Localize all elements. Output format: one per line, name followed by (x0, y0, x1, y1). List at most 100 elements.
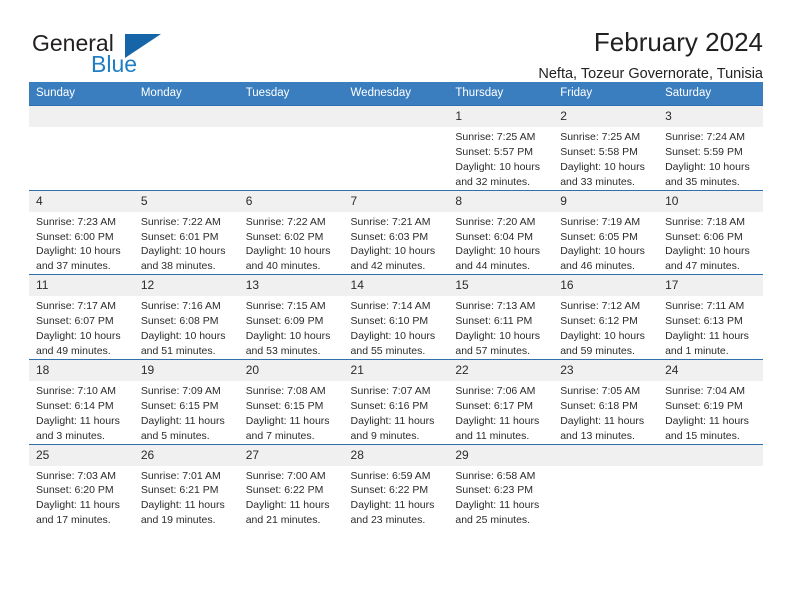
day-info-line: and 21 minutes. (245, 514, 321, 527)
calendar-day-cell[interactable]: 25 Sunrise: 7:03 AM Sunset: 6:20 PM Dayligh… (29, 443, 134, 529)
calendar-day-cell[interactable]: 20 Sunrise: 7:08 AM Sunset: 6:15 PM Dayligh… (238, 358, 344, 444)
day-box: 25 Sunrise: 7:03 AM Sunset: 6:20 PM Dayligh… (29, 444, 134, 529)
day-info-line: Sunset: 6:22 PM (245, 484, 324, 497)
calendar-day-cell[interactable]: 9 Sunrise: 7:19 AM Sunset: 6:05 PM Daylight… (553, 189, 659, 275)
day-info-line: and 35 minutes. (665, 175, 740, 188)
day-sun-info: Sunrise: 7:21 AM Sunset: 6:03 PM Daylight:… (344, 212, 449, 275)
day-info-line: Sunrise: 7:21 AM (350, 215, 431, 228)
day-sun-info: Sunrise: 7:22 AM Sunset: 6:02 PM Daylight:… (239, 212, 344, 275)
day-info-line: Sunrise: 7:16 AM (140, 300, 221, 313)
day-info-line: and 38 minutes. (140, 260, 216, 273)
day-info-line: Sunrise: 7:01 AM (140, 469, 221, 482)
calendar-day-cell[interactable]: 15 Sunrise: 7:13 AM Sunset: 6:11 PM Dayligh… (448, 274, 554, 360)
day-box: 10 Sunrise: 7:18 AM Sunset: 6:06 PM Dayligh… (658, 190, 763, 275)
weekday-header-wednesday: Wednesday (343, 82, 449, 106)
day-info-line: Sunrise: 6:59 AM (350, 469, 431, 482)
day-info-line: Daylight: 10 hours (560, 160, 645, 173)
day-number (29, 106, 134, 127)
day-info-line: Sunset: 6:05 PM (560, 230, 638, 243)
calendar-day-cell[interactable]: 19 Sunrise: 7:09 AM Sunset: 6:15 PM Dayligh… (133, 358, 239, 444)
day-sun-info: Sunrise: 7:25 AM Sunset: 5:58 PM Daylight:… (553, 127, 658, 190)
day-sun-info: Sunrise: 7:04 AM Sunset: 6:19 PM Daylight:… (658, 381, 763, 444)
calendar-day-cell[interactable]: 26 Sunrise: 7:01 AM Sunset: 6:21 PM Dayligh… (133, 443, 239, 529)
day-info-line: Daylight: 10 hours (140, 245, 226, 258)
calendar-body: 1 Sunrise: 7:25 AM Sunset: 5:57 PM Daylight… (29, 105, 763, 529)
day-info-line: Sunset: 6:12 PM (560, 315, 638, 328)
day-number: 12 (133, 275, 239, 297)
day-info-line: and 51 minutes. (140, 344, 216, 357)
day-number: 5 (133, 190, 239, 212)
calendar-day-cell[interactable]: 6 Sunrise: 7:22 AM Sunset: 6:02 PM Daylight… (238, 189, 344, 275)
day-info-line: Daylight: 10 hours (36, 330, 121, 343)
day-number: 6 (238, 190, 344, 212)
calendar-day-cell[interactable]: 17 Sunrise: 7:11 AM Sunset: 6:13 PM Dayligh… (658, 274, 763, 360)
weekday-header-sunday: Sunday (29, 82, 134, 106)
day-info-line: Daylight: 10 hours (455, 245, 541, 258)
day-box (553, 444, 659, 529)
day-box: 22 Sunrise: 7:06 AM Sunset: 6:17 PM Dayligh… (448, 359, 554, 444)
day-info-line: and 7 minutes. (245, 429, 315, 442)
day-info-line: Daylight: 10 hours (245, 330, 331, 343)
day-number: 9 (553, 190, 659, 212)
calendar-day-cell[interactable]: 18 Sunrise: 7:10 AM Sunset: 6:14 PM Dayligh… (29, 358, 134, 444)
calendar-day-cell[interactable]: 14 Sunrise: 7:14 AM Sunset: 6:10 PM Dayligh… (343, 274, 449, 360)
day-number (658, 444, 763, 466)
day-info-line: and 9 minutes. (350, 429, 420, 442)
day-sun-info: Sunrise: 7:22 AM Sunset: 6:01 PM Daylight:… (134, 212, 239, 275)
day-info-line: Sunrise: 7:11 AM (665, 300, 745, 313)
day-info-line: and 42 minutes. (350, 260, 426, 273)
calendar-day-cell[interactable]: 11 Sunrise: 7:17 AM Sunset: 6:07 PM Dayligh… (29, 274, 134, 360)
day-info-line: Sunset: 6:23 PM (455, 484, 534, 497)
day-info-line: Daylight: 10 hours (36, 245, 121, 258)
calendar-day-cell[interactable]: 24 Sunrise: 7:04 AM Sunset: 6:19 PM Dayligh… (658, 358, 763, 444)
day-info-line: and 11 minutes. (455, 429, 530, 442)
day-box: 11 Sunrise: 7:17 AM Sunset: 6:07 PM Dayligh… (29, 275, 134, 359)
calendar-day-cell[interactable]: 5 Sunrise: 7:22 AM Sunset: 6:01 PM Daylight… (133, 189, 239, 275)
calendar-day-cell[interactable]: 4 Sunrise: 7:23 AM Sunset: 6:00 PM Daylight… (29, 189, 134, 275)
day-box (133, 106, 239, 190)
day-box: 27 Sunrise: 7:00 AM Sunset: 6:22 PM Dayligh… (238, 444, 344, 529)
day-info-line: Sunset: 5:58 PM (560, 145, 638, 158)
calendar-day-cell[interactable]: 22 Sunrise: 7:06 AM Sunset: 6:17 PM Dayligh… (448, 358, 554, 444)
calendar-week-row: 4 Sunrise: 7:23 AM Sunset: 6:00 PM Daylight… (29, 189, 763, 275)
calendar-day-cell[interactable]: 7 Sunrise: 7:21 AM Sunset: 6:03 PM Daylight… (343, 189, 449, 275)
calendar-day-cell[interactable]: 2 Sunrise: 7:25 AM Sunset: 5:58 PM Daylight… (553, 105, 659, 191)
day-info-line: Daylight: 11 hours (560, 414, 645, 427)
calendar-day-cell[interactable]: 1 Sunrise: 7:25 AM Sunset: 5:57 PM Daylight… (448, 105, 554, 191)
day-box: 16 Sunrise: 7:12 AM Sunset: 6:12 PM Dayligh… (553, 275, 659, 359)
day-number: 11 (29, 275, 134, 297)
calendar-day-cell[interactable]: 10 Sunrise: 7:18 AM Sunset: 6:06 PM Dayligh… (658, 189, 763, 275)
calendar-empty-cell (658, 443, 763, 529)
day-info-line: Daylight: 10 hours (455, 160, 541, 173)
calendar-day-cell[interactable]: 12 Sunrise: 7:16 AM Sunset: 6:08 PM Dayligh… (133, 274, 239, 360)
calendar-day-cell[interactable]: 28 Sunrise: 6:59 AM Sunset: 6:22 PM Dayligh… (343, 443, 449, 529)
calendar-day-cell[interactable]: 23 Sunrise: 7:05 AM Sunset: 6:18 PM Dayligh… (553, 358, 659, 444)
calendar-day-cell[interactable]: 29 Sunrise: 6:58 AM Sunset: 6:23 PM Dayligh… (448, 443, 554, 529)
day-info-line: Sunset: 6:10 PM (350, 315, 429, 328)
day-sun-info: Sunrise: 6:58 AM Sunset: 6:23 PM Daylight:… (448, 466, 553, 529)
calendar-day-cell[interactable]: 8 Sunrise: 7:20 AM Sunset: 6:04 PM Daylight… (448, 189, 554, 275)
day-info-line: Daylight: 11 hours (245, 414, 330, 427)
day-sun-info: Sunrise: 7:17 AM Sunset: 6:07 PM Daylight:… (29, 296, 134, 359)
day-info-line: Sunset: 6:14 PM (36, 399, 114, 412)
day-box (658, 444, 763, 529)
day-box: 18 Sunrise: 7:10 AM Sunset: 6:14 PM Dayligh… (29, 359, 134, 444)
day-box: 14 Sunrise: 7:14 AM Sunset: 6:10 PM Dayligh… (343, 275, 449, 359)
day-info-line: Sunset: 6:07 PM (36, 315, 114, 328)
day-info-line: Daylight: 11 hours (455, 499, 540, 512)
calendar-week-row: 11 Sunrise: 7:17 AM Sunset: 6:07 PM Dayligh… (29, 274, 763, 360)
calendar-day-cell[interactable]: 16 Sunrise: 7:12 AM Sunset: 6:12 PM Dayligh… (553, 274, 659, 360)
weekday-header-saturday: Saturday (658, 82, 763, 106)
day-info-line: and 40 minutes. (245, 260, 321, 273)
calendar-day-cell[interactable]: 13 Sunrise: 7:15 AM Sunset: 6:09 PM Dayligh… (238, 274, 344, 360)
day-number: 18 (29, 359, 134, 381)
calendar-day-cell[interactable]: 21 Sunrise: 7:07 AM Sunset: 6:16 PM Dayligh… (343, 358, 449, 444)
day-sun-info: Sunrise: 7:20 AM Sunset: 6:04 PM Daylight:… (448, 212, 553, 275)
day-number: 8 (448, 190, 554, 212)
day-box: 2 Sunrise: 7:25 AM Sunset: 5:58 PM Daylight… (553, 106, 659, 190)
day-number: 15 (448, 275, 554, 297)
page-header: General Blue February 2024 Nefta, Tozeur… (29, 0, 763, 82)
calendar-week-row: 25 Sunrise: 7:03 AM Sunset: 6:20 PM Dayligh… (29, 443, 763, 529)
calendar-day-cell[interactable]: 27 Sunrise: 7:00 AM Sunset: 6:22 PM Dayligh… (238, 443, 344, 529)
calendar-day-cell[interactable]: 3 Sunrise: 7:24 AM Sunset: 5:59 PM Daylight… (658, 105, 763, 191)
